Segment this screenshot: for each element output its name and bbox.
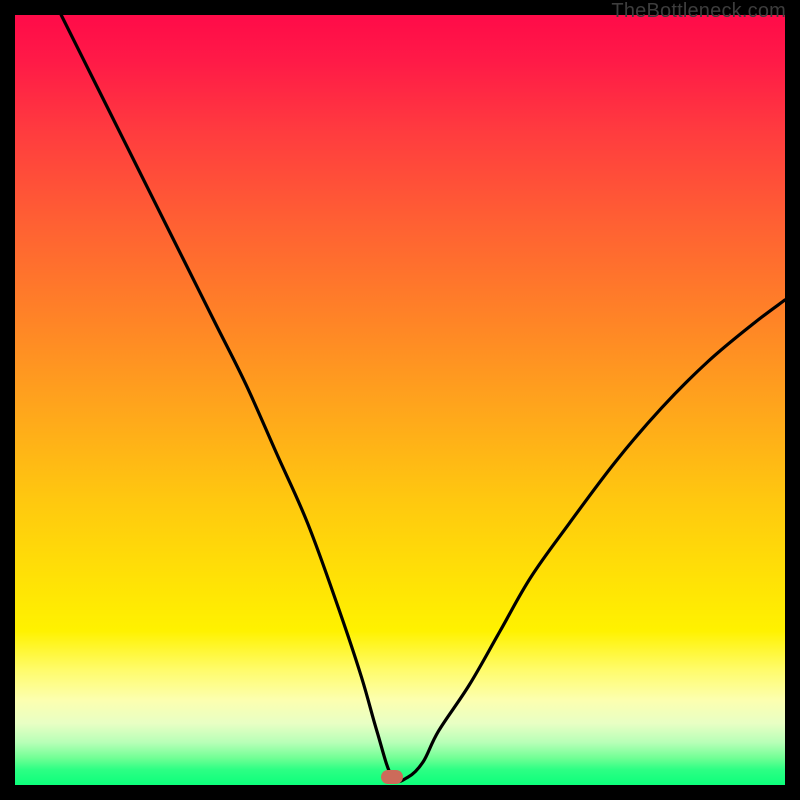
watermark-text: TheBottleneck.com: [611, 0, 786, 23]
optimal-marker: [381, 770, 403, 784]
curve-layer: [15, 15, 785, 785]
plot-area: [15, 15, 785, 785]
bottleneck-curve: [61, 15, 785, 782]
chart-frame: TheBottleneck.com: [0, 0, 800, 800]
